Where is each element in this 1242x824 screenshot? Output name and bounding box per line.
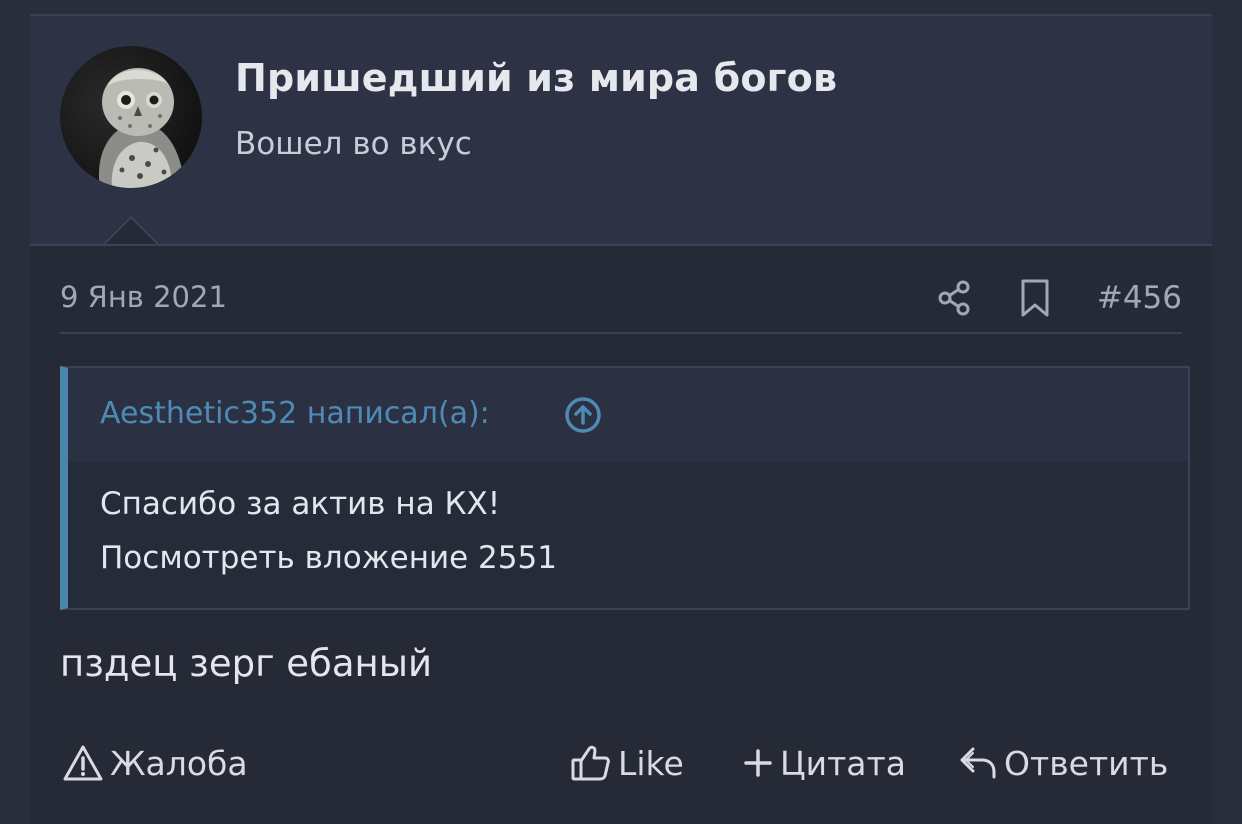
- username[interactable]: Пришедший из мира богов: [235, 56, 837, 100]
- quote-label: Цитата: [780, 743, 906, 783]
- user-title: Вошел во вкус: [235, 126, 472, 162]
- post-meta: 9 Янв 2021 #456: [60, 278, 1182, 334]
- user-header: Пришедший из мира богов Вошел во вкус: [30, 16, 1212, 246]
- reply-label: Ответить: [1004, 743, 1169, 783]
- thumbs-up-icon: [571, 745, 610, 781]
- bookmark-icon[interactable]: [1015, 278, 1055, 318]
- post-date[interactable]: 9 Янв 2021: [60, 280, 227, 314]
- quote-line: Спасибо за актив на КХ!: [100, 486, 501, 522]
- quote-button[interactable]: Цитата: [742, 741, 906, 785]
- post-message: пздец зерг ебаный: [60, 642, 432, 685]
- arrow-up-circle-icon[interactable]: [564, 396, 602, 434]
- reply-icon: [960, 747, 996, 779]
- reply-button[interactable]: Ответить: [958, 741, 1168, 785]
- report-button[interactable]: Жалоба: [62, 741, 248, 785]
- warning-icon: [63, 745, 103, 781]
- quote-line[interactable]: Посмотреть вложение 2551: [100, 540, 557, 576]
- quote-header: Aesthetic352 написал(а):: [68, 368, 1188, 462]
- post-number[interactable]: #456: [1097, 280, 1182, 316]
- forum-post: Пришедший из мира богов Вошел во вкус 9 …: [30, 16, 1212, 824]
- quote-block: Aesthetic352 написал(а): Спасибо за акти…: [60, 366, 1190, 610]
- like-label: Like: [618, 743, 684, 783]
- header-pointer: [104, 215, 158, 245]
- plus-icon: [744, 749, 772, 777]
- owl-avatar: [60, 46, 202, 188]
- report-label: Жалоба: [110, 743, 248, 783]
- like-button[interactable]: Like: [570, 741, 684, 785]
- avatar[interactable]: [60, 46, 202, 188]
- share-icon[interactable]: [934, 278, 974, 318]
- quote-author[interactable]: Aesthetic352 написал(а):: [100, 396, 490, 431]
